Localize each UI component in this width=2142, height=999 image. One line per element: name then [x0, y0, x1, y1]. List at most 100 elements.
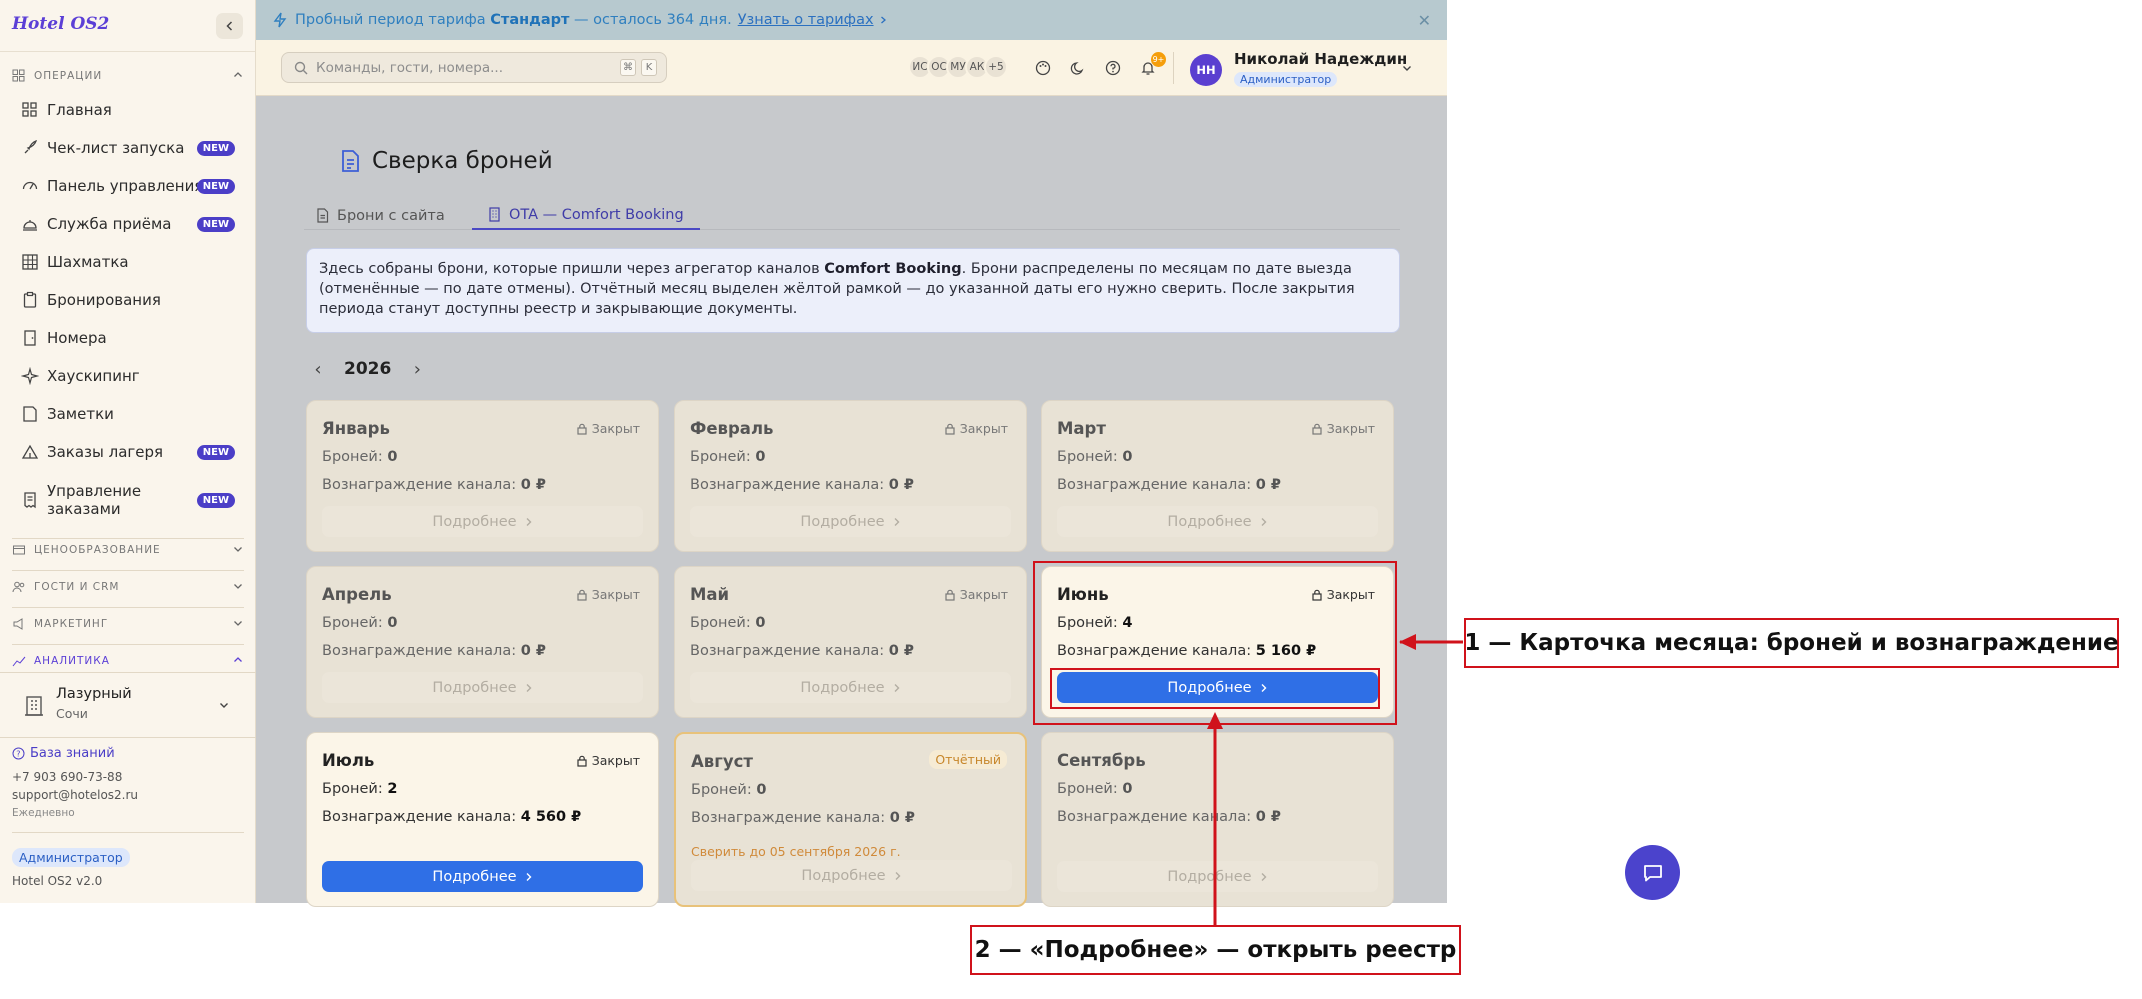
section-operations[interactable]: ОПЕРАЦИИ	[12, 66, 244, 86]
bookings-count: 0	[755, 615, 766, 631]
support-phone[interactable]: +7 903 690-73-88	[12, 770, 122, 784]
banner-plan: Стандарт	[490, 12, 570, 28]
bookings-label: Броней:	[1057, 781, 1118, 797]
hotel-switcher[interactable]: Лазурный Сочи	[0, 672, 256, 738]
sidebar-item-label: Заказы лагеря	[47, 443, 164, 461]
banner-text: Пробный период тарифа	[295, 12, 486, 28]
trial-banner: Пробный период тарифа Стандарт — осталос…	[256, 0, 1447, 40]
details-button[interactable]: Подробнее	[322, 506, 643, 537]
avatar-more[interactable]: +5	[984, 55, 1008, 79]
moon-icon	[1070, 62, 1084, 75]
month-status-badge: Отчётный	[929, 750, 1007, 769]
close-banner-button[interactable]: ✕	[1418, 11, 1431, 30]
reward-label: Вознаграждение канала:	[690, 643, 885, 659]
month-name: Март	[1057, 419, 1106, 438]
section-analytics[interactable]: АНАЛИТИКА	[12, 651, 244, 671]
pricing-link[interactable]: Узнать о тарифах	[738, 12, 874, 28]
lock-icon	[577, 589, 587, 601]
sidebar-item[interactable]: Шахматка	[21, 251, 243, 273]
sidebar-item[interactable]: Заказы лагеря NEW	[21, 441, 243, 463]
sidebar-item[interactable]: Хаускипинг	[21, 365, 243, 387]
chevron-right-icon	[892, 517, 901, 527]
hotel-city: Сочи	[56, 706, 88, 721]
prev-year-button[interactable]: ‹	[306, 356, 330, 382]
support-email[interactable]: support@hotelos2.ru	[12, 788, 138, 802]
sidebar-item-label: Шахматка	[47, 253, 129, 271]
topbar: Команды, гости, номера... ⌘ K ИС ОС МУ А…	[256, 40, 1447, 96]
month-name: Февраль	[690, 419, 774, 438]
chevron-down-icon	[234, 621, 242, 626]
chat-button[interactable]	[1625, 845, 1680, 900]
knowledge-base-link[interactable]: ? База знаний	[12, 746, 115, 761]
online-users[interactable]: ИС ОС МУ АК +5	[908, 55, 1008, 79]
details-button[interactable]: Подробнее	[1057, 506, 1378, 537]
lock-icon	[577, 755, 587, 767]
next-year-button[interactable]: ›	[405, 356, 429, 382]
reward-line: Вознаграждение канала: 0 ₽	[691, 810, 915, 826]
palette-button[interactable]	[1031, 56, 1055, 80]
app-logo[interactable]: Hotel OS2	[12, 14, 109, 34]
chevron-down-icon[interactable]	[1401, 62, 1413, 74]
reward-line: Вознаграждение канала: 4 560 ₽	[322, 809, 581, 825]
tab-ota-comfort-booking[interactable]: OTA — Comfort Booking	[472, 201, 700, 230]
bookings-count: 0	[387, 449, 398, 465]
chevron-up-icon	[234, 657, 242, 662]
reward-amount: 0 ₽	[888, 643, 914, 659]
sidebar-item[interactable]: Главная	[21, 99, 243, 121]
bookings-label: Броней:	[322, 615, 383, 631]
sidebar-item-label: Панель управления	[47, 177, 204, 195]
collapse-sidebar-button[interactable]	[216, 13, 243, 39]
month-card: Май Закрыт Броней: 0 Вознаграждение канала:…	[674, 566, 1027, 718]
bookings-count: 0	[1122, 781, 1133, 797]
help-button[interactable]	[1101, 56, 1125, 80]
sidebar-item[interactable]: Чек-лист запуска NEW	[21, 137, 243, 159]
user-avatar[interactable]: НН	[1190, 54, 1222, 86]
user-name[interactable]: Николай Надеждин	[1234, 50, 1407, 68]
divider	[1173, 52, 1174, 84]
theme-toggle-button[interactable]	[1066, 56, 1090, 80]
sidebar-item[interactable]: Бронирования	[21, 289, 243, 311]
reward-label: Вознаграждение канала:	[690, 477, 885, 493]
details-button[interactable]: Подробнее	[691, 860, 1012, 891]
help-circle-icon	[1105, 60, 1121, 76]
sidebar-item[interactable]: Служба приёма NEW	[21, 213, 243, 235]
bookings-label: Броней:	[322, 449, 383, 465]
sidebar-item-label: Номера	[47, 329, 107, 347]
sidebar-header: Hotel OS2	[0, 0, 255, 52]
details-button[interactable]: Подробнее	[322, 861, 643, 892]
month-status-label: Закрыт	[591, 753, 640, 768]
chevron-up-icon	[234, 72, 242, 77]
bookings-count: 0	[755, 449, 766, 465]
month-status-badge: Закрыт	[1312, 421, 1375, 436]
rocket-icon	[21, 139, 39, 157]
sidebar-item[interactable]: Заметки	[21, 403, 243, 425]
support-hours: Ежедневно	[12, 807, 75, 819]
lightning-icon	[273, 12, 287, 28]
notifications-button[interactable]: 9+	[1136, 52, 1166, 80]
section-marketing[interactable]: МАРКЕТИНГ	[12, 614, 244, 634]
section-guests-crm[interactable]: ГОСТИ И CRM	[12, 577, 244, 597]
reward-amount: 0 ₽	[520, 643, 546, 659]
tab-site-bookings[interactable]: Брони с сайта	[316, 201, 445, 230]
reward-amount: 0 ₽	[520, 477, 546, 493]
sidebar-item[interactable]: Управление заказами NEW	[21, 479, 243, 521]
month-status-label: Отчётный	[935, 752, 1001, 767]
new-badge: NEW	[196, 140, 235, 156]
month-card: Февраль Закрыт Броней: 0 Вознаграждение кан…	[674, 400, 1027, 552]
bookings-line: Броней: 0	[1057, 781, 1132, 797]
details-button[interactable]: Подробнее	[322, 672, 643, 703]
callout-month-card: 1 — Карточка месяца: броней и вознагражд…	[1464, 618, 2119, 668]
details-button[interactable]: Подробнее	[690, 506, 1011, 537]
reward-label: Вознаграждение канала:	[1057, 477, 1252, 493]
sidebar-item-label: Хаускипинг	[47, 367, 140, 385]
new-badge: NEW	[196, 492, 235, 508]
sidebar-item[interactable]: Панель управления NEW	[21, 175, 243, 197]
bookings-line: Броней: 0	[690, 449, 765, 465]
section-icon	[12, 580, 26, 594]
sidebar-item[interactable]: Номера	[21, 327, 243, 349]
chevron-down-icon	[220, 703, 228, 708]
details-button[interactable]: Подробнее	[1057, 861, 1378, 892]
section-pricing[interactable]: ЦЕНООБРАЗОВАНИЕ	[12, 540, 244, 560]
search-input[interactable]: Команды, гости, номера... ⌘ K	[281, 52, 667, 83]
details-button[interactable]: Подробнее	[690, 672, 1011, 703]
